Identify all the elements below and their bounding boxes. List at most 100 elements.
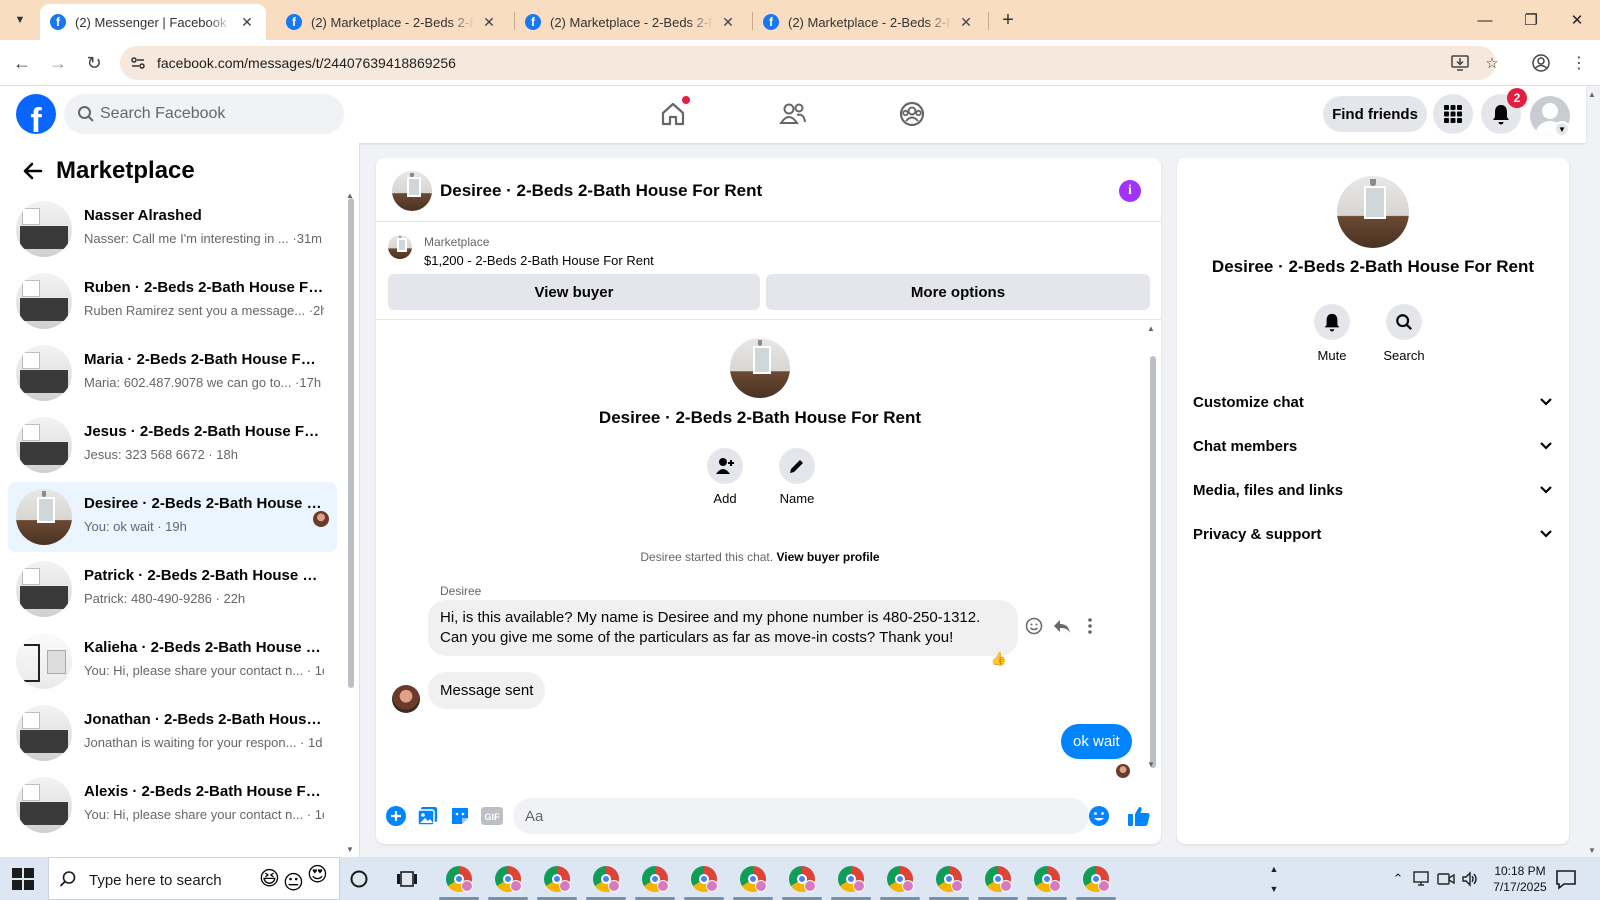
- tab-messenger[interactable]: f (2) Messenger | Facebook ✕: [40, 4, 266, 40]
- close-tab-icon[interactable]: ✕: [480, 14, 498, 31]
- more-vertical-icon[interactable]: [1078, 614, 1102, 638]
- emoji-icon[interactable]: [1087, 804, 1111, 828]
- install-app-icon[interactable]: [1450, 53, 1470, 73]
- thumbs-up-reaction[interactable]: 👍: [990, 650, 1008, 668]
- profile-icon[interactable]: [1528, 50, 1554, 76]
- facebook-logo-icon[interactable]: f: [16, 94, 56, 134]
- close-tab-icon[interactable]: ✕: [957, 14, 975, 31]
- customize-chat-section[interactable]: Customize chat: [1193, 382, 1553, 422]
- chrome-app-icon[interactable]: [838, 866, 865, 892]
- scroll-up-arrow-icon[interactable]: ▲: [1147, 324, 1155, 333]
- sticker-icon[interactable]: [448, 804, 472, 828]
- chrome-app-icon[interactable]: [544, 866, 571, 892]
- name-chat-action[interactable]: Name: [767, 448, 827, 506]
- chrome-app-icon[interactable]: [740, 866, 767, 892]
- chrome-app-icon[interactable]: [936, 866, 963, 892]
- conversation-item[interactable]: Jonathan · 2-Beds 2-Bath House For Rent J…: [8, 698, 337, 768]
- conversation-item[interactable]: Patrick · 2-Beds 2-Bath House For Rent Pa…: [8, 554, 337, 624]
- chrome-app-icon[interactable]: [789, 866, 816, 892]
- chrome-app-icon[interactable]: [887, 866, 914, 892]
- message-sent-bubble[interactable]: Message sent: [428, 672, 546, 709]
- volume-icon[interactable]: [1460, 869, 1480, 889]
- conversation-list-scrollbar[interactable]: [348, 198, 354, 688]
- conversation-item[interactable]: Desiree · 2-Beds 2-Bath House For Rent Yo…: [8, 482, 337, 552]
- page-scroll-up-icon[interactable]: ▲: [1588, 90, 1596, 99]
- conversation-item[interactable]: Alexis · 2-Beds 2-Bath House For Rent You…: [8, 770, 337, 840]
- tab-search-menu-icon[interactable]: ▼: [8, 8, 32, 32]
- media-files-links-section[interactable]: Media, files and links: [1193, 470, 1553, 510]
- conversation-item[interactable]: Nasser Alrashed Nasser: Call me I'm inter…: [8, 194, 337, 264]
- windows-start-icon[interactable]: [12, 868, 34, 890]
- address-bar[interactable]: facebook.com/messages/t/2440763941886925…: [120, 46, 1499, 80]
- forward-arrow-icon[interactable]: →: [44, 49, 72, 77]
- chrome-app-icon[interactable]: [446, 866, 473, 892]
- find-friends-button[interactable]: Find friends: [1323, 96, 1427, 132]
- close-window-icon[interactable]: ✕: [1554, 6, 1600, 34]
- facebook-search-input[interactable]: [100, 94, 330, 134]
- system-clock[interactable]: 10:18 PM 7/17/2025: [1480, 863, 1560, 895]
- message-input[interactable]: [513, 798, 1089, 834]
- search-action[interactable]: Search: [1374, 304, 1434, 363]
- facebook-search[interactable]: [64, 94, 344, 134]
- conversation-item[interactable]: Jesus · 2-Beds 2-Bath House For Rent Jesu…: [8, 410, 337, 480]
- react-smiley-icon[interactable]: [1022, 614, 1046, 638]
- incoming-message-bubble[interactable]: Hi, is this available? My name is Desire…: [428, 600, 1018, 656]
- taskbar-scroll-up-icon[interactable]: ▲: [1264, 859, 1284, 879]
- thread-scrollbar[interactable]: [1150, 356, 1156, 768]
- back-arrow-icon[interactable]: [18, 157, 46, 185]
- plus-circle-icon[interactable]: [384, 804, 408, 828]
- chrome-app-icon[interactable]: [1083, 866, 1110, 892]
- new-tab-icon[interactable]: +: [995, 7, 1021, 33]
- site-settings-icon[interactable]: [128, 53, 148, 73]
- reload-icon[interactable]: ↻: [80, 49, 108, 77]
- tab-marketplace-2[interactable]: f (2) Marketplace - 2-Beds 2-Bath House …: [515, 4, 747, 40]
- tab-marketplace-3[interactable]: f (2) Marketplace - 2-Beds 2-Bath House …: [753, 4, 985, 40]
- tab-marketplace-1[interactable]: f (2) Marketplace - 2-Beds 2-Bath House …: [276, 4, 508, 40]
- close-tab-icon[interactable]: ✕: [238, 14, 256, 31]
- minimize-icon[interactable]: —: [1462, 6, 1508, 34]
- gif-icon[interactable]: GIF: [480, 804, 504, 828]
- scroll-down-arrow-icon[interactable]: ▼: [346, 845, 354, 854]
- show-hidden-icons-icon[interactable]: ⌃: [1388, 869, 1408, 889]
- menu-grid-icon[interactable]: [1433, 94, 1473, 134]
- scroll-down-arrow-icon[interactable]: ▼: [1147, 760, 1155, 769]
- conversation-item[interactable]: Kalieha · 2-Beds 2-Bath House For Rent Yo…: [8, 626, 337, 696]
- reply-icon[interactable]: [1050, 614, 1074, 638]
- privacy-support-section[interactable]: Privacy & support: [1193, 514, 1553, 554]
- bookmark-star-icon[interactable]: ☆: [1482, 53, 1502, 73]
- chat-members-section[interactable]: Chat members: [1193, 426, 1553, 466]
- conversation-item[interactable]: Ruben · 2-Beds 2-Bath House For Rent Rube…: [8, 266, 337, 336]
- friends-icon[interactable]: [775, 96, 811, 132]
- browser-menu-icon[interactable]: ⋮: [1566, 50, 1592, 76]
- chrome-app-icon[interactable]: [495, 866, 522, 892]
- network-icon[interactable]: [1412, 869, 1432, 889]
- chat-avatar[interactable]: [392, 171, 432, 211]
- restore-icon[interactable]: ❐: [1508, 6, 1554, 34]
- mute-action[interactable]: Mute: [1302, 304, 1362, 363]
- view-buyer-button[interactable]: View buyer: [388, 274, 760, 310]
- chevron-down-icon[interactable]: ▼: [1554, 121, 1570, 137]
- meet-now-icon[interactable]: [1436, 869, 1456, 889]
- listing-price-title[interactable]: $1,200 - 2-Beds 2-Bath House For Rent: [424, 253, 654, 268]
- info-avatar[interactable]: [1337, 176, 1409, 248]
- groups-icon[interactable]: [894, 96, 930, 132]
- chrome-app-icon[interactable]: [1034, 866, 1061, 892]
- add-people-action[interactable]: Add: [695, 448, 755, 506]
- chrome-app-icon[interactable]: [593, 866, 620, 892]
- sender-avatar[interactable]: [392, 685, 420, 713]
- outgoing-message-bubble[interactable]: ok wait: [1061, 724, 1132, 759]
- task-view-icon[interactable]: [394, 866, 420, 892]
- conversation-item[interactable]: Maria · 2-Beds 2-Bath House For Rent Mari…: [8, 338, 337, 408]
- back-arrow-icon[interactable]: ←: [8, 49, 36, 77]
- taskbar-scroll-down-icon[interactable]: ▼: [1264, 879, 1284, 899]
- more-options-button[interactable]: More options: [766, 274, 1150, 310]
- page-scroll-down-icon[interactable]: ▼: [1588, 846, 1596, 855]
- photo-icon[interactable]: [416, 804, 440, 828]
- close-tab-icon[interactable]: ✕: [719, 14, 737, 31]
- cortana-icon[interactable]: [346, 866, 372, 892]
- chrome-app-icon[interactable]: [985, 866, 1012, 892]
- chat-title[interactable]: Desiree · 2-Beds 2-Bath House For Rent: [440, 181, 762, 201]
- action-center-icon[interactable]: [1555, 868, 1577, 890]
- chrome-app-icon[interactable]: [691, 866, 718, 892]
- view-buyer-profile-link[interactable]: View buyer profile: [776, 550, 879, 564]
